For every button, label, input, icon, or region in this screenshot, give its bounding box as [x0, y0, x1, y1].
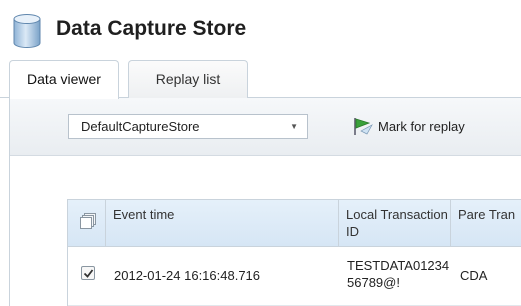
- row-checkbox[interactable]: [81, 266, 95, 280]
- tab-bar: Data viewer Replay list: [0, 60, 521, 99]
- column-header-event-time[interactable]: Event time: [106, 200, 339, 247]
- page-header: Data Capture Store: [0, 0, 521, 58]
- column-header-parent-transaction[interactable]: Pare Tran: [451, 200, 521, 247]
- column-header-select: [68, 200, 106, 247]
- data-viewer-panel: DefaultCaptureStore ▼ Mark for replay Ev…: [9, 98, 521, 306]
- row-select-cell: [68, 247, 106, 305]
- capture-store-select[interactable]: DefaultCaptureStore ▼: [68, 114, 308, 139]
- capture-store-select-value: DefaultCaptureStore: [81, 119, 200, 134]
- chevron-down-icon: ▼: [290, 122, 298, 131]
- tab-data-viewer[interactable]: Data viewer: [9, 60, 119, 99]
- database-icon: [13, 14, 41, 48]
- cell-local-transaction-id: TESTDATA01234 56789@!: [347, 258, 450, 290]
- table-header: Event time Local Transaction ID Pare Tra…: [68, 199, 521, 247]
- cell-parent-transaction: CDA: [460, 268, 488, 283]
- flag-icon: [354, 118, 373, 135]
- toolbar: DefaultCaptureStore ▼ Mark for replay: [10, 98, 521, 156]
- tab-replay-list[interactable]: Replay list: [128, 60, 248, 98]
- mark-for-replay-button[interactable]: Mark for replay: [352, 114, 465, 139]
- cell-event-time: 2012-01-24 16:16:48.716: [114, 268, 261, 283]
- column-header-local-transaction-id[interactable]: Local Transaction ID: [339, 200, 451, 247]
- select-all-icon[interactable]: [80, 213, 96, 229]
- capture-data-table: Event time Local Transaction ID Pare Tra…: [67, 199, 521, 306]
- checkmark-icon: [83, 269, 94, 278]
- page-title: Data Capture Store: [56, 17, 247, 40]
- data-capture-store-page: Data Capture Store Data viewer Replay li…: [0, 0, 521, 306]
- table-row[interactable]: 2012-01-24 16:16:48.716 TESTDATA01234 56…: [68, 247, 521, 306]
